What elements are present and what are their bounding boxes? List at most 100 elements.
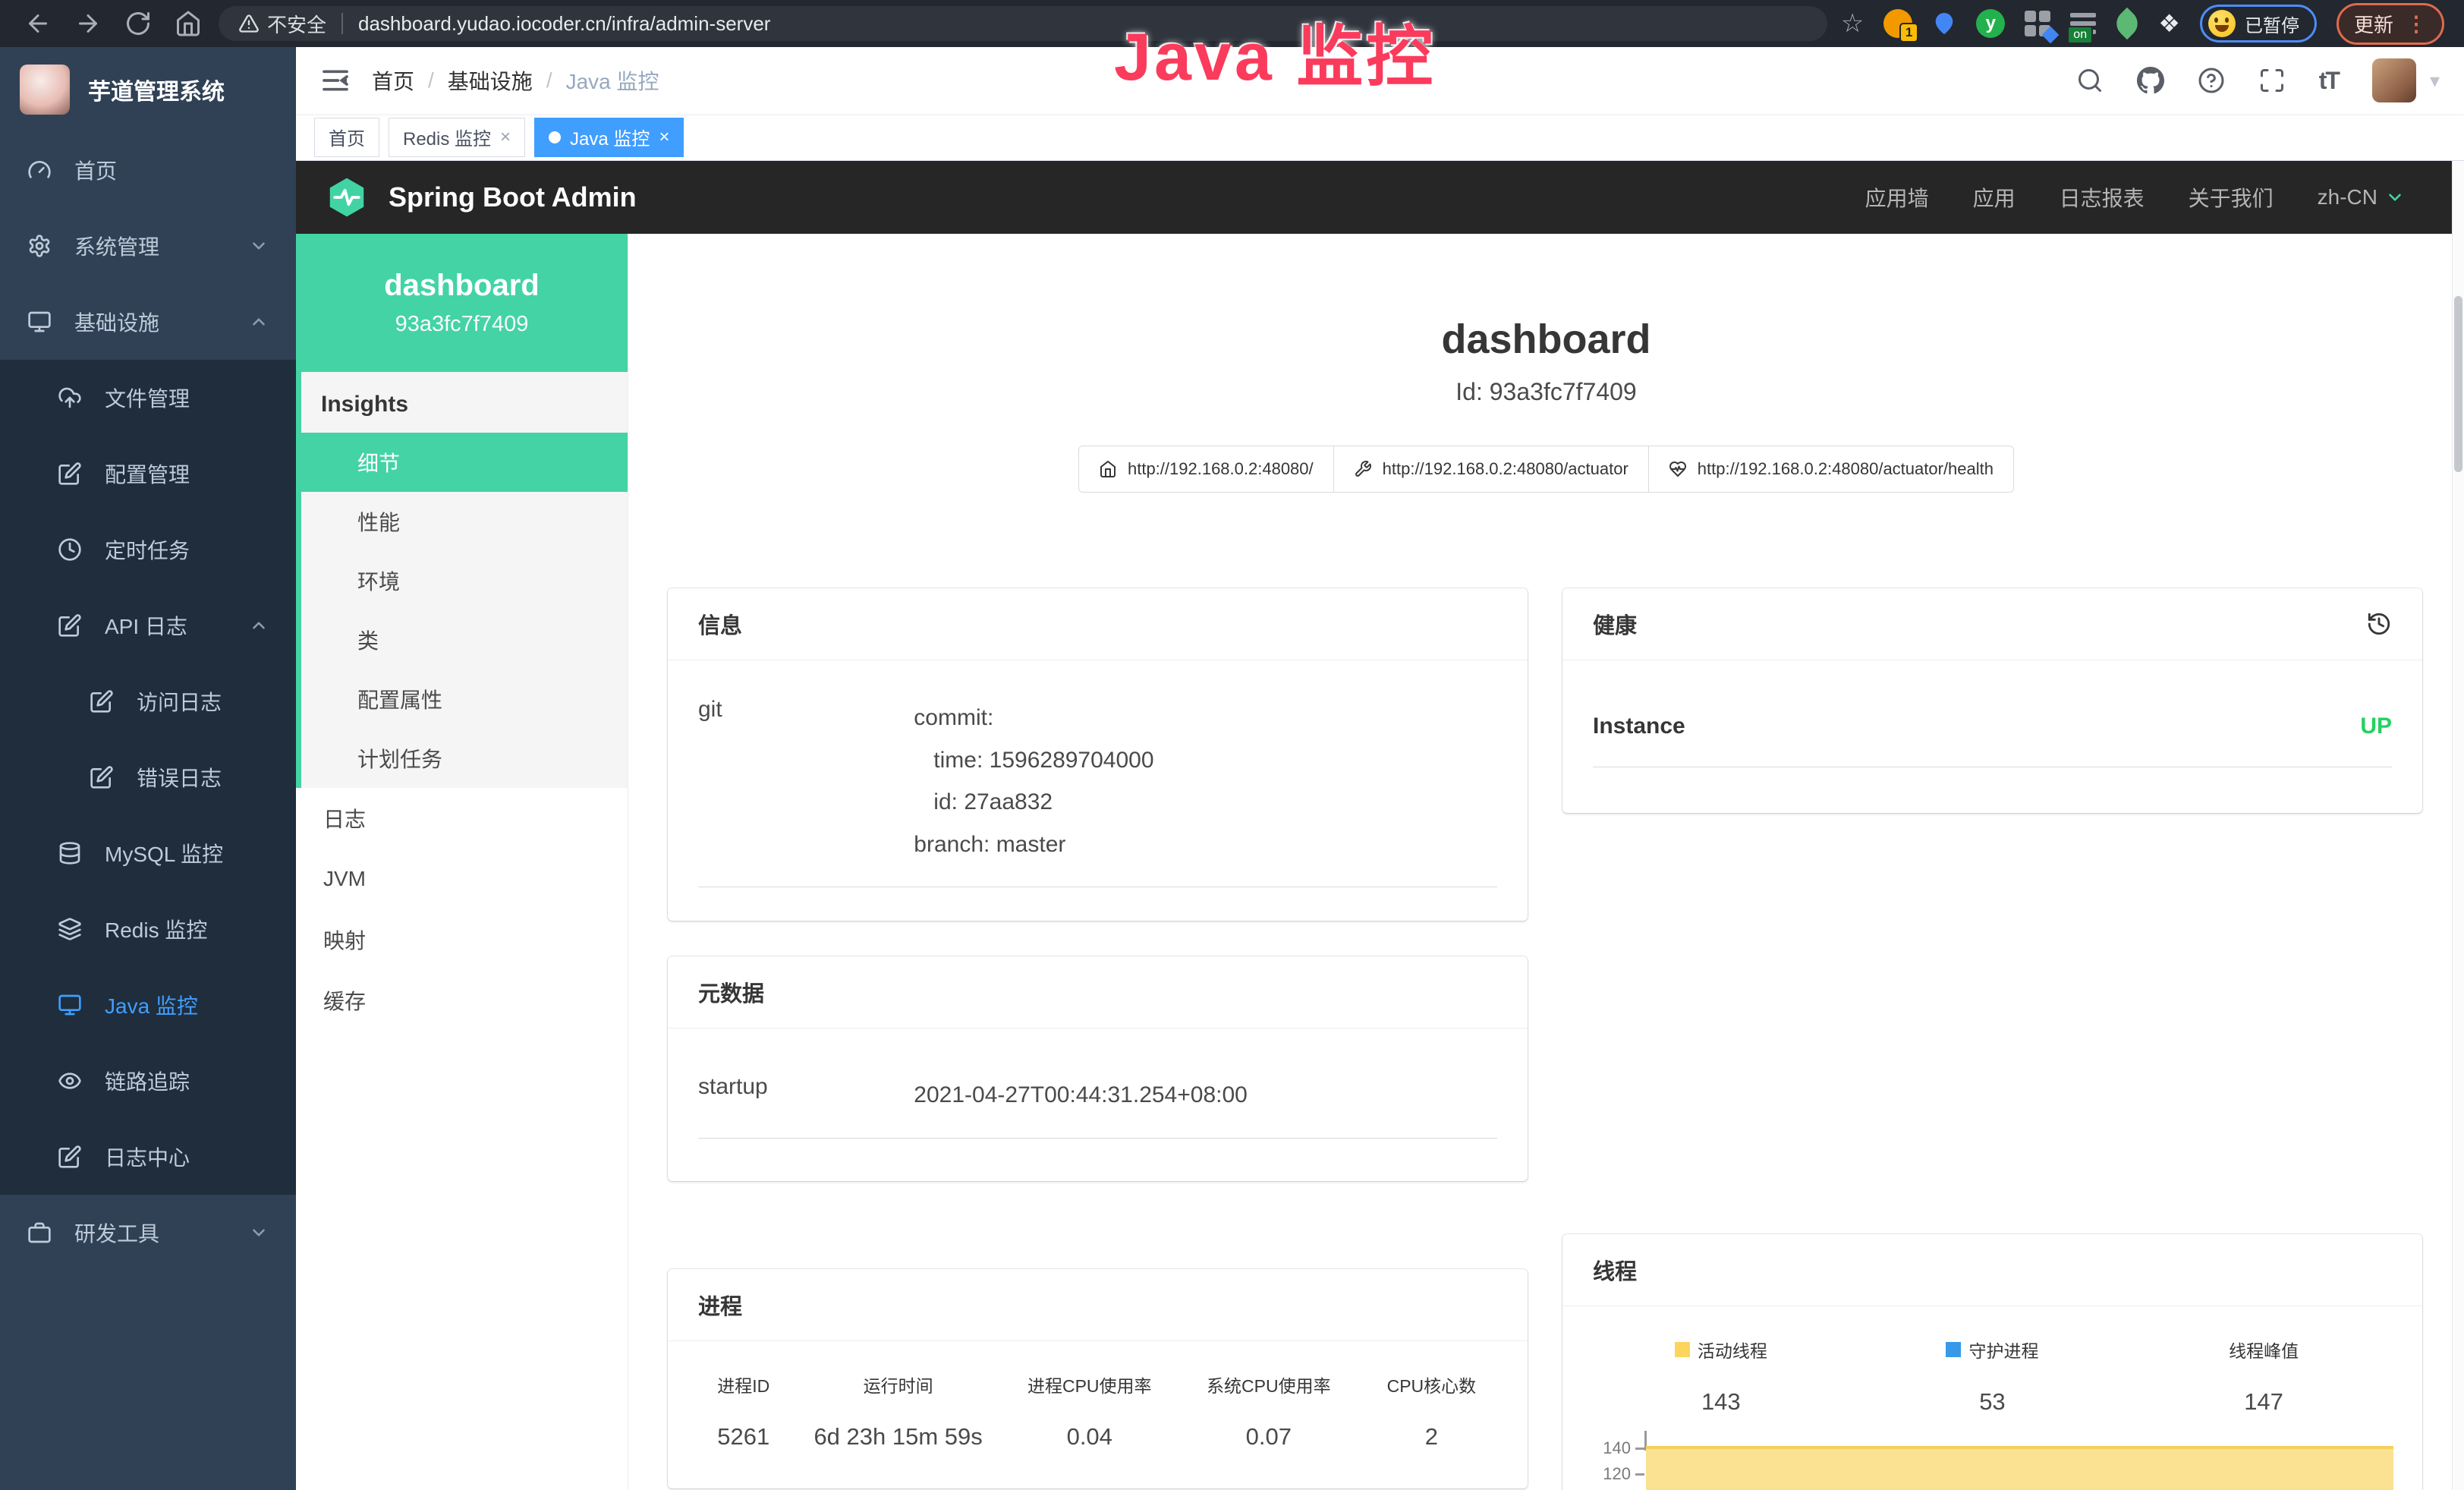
val-peak-threads: 147 xyxy=(2128,1388,2399,1416)
pinwheel-extension-icon[interactable]: ❖ xyxy=(2158,11,2180,36)
sidebar-item-dev-tools[interactable]: 研发工具 xyxy=(0,1195,296,1271)
sba-brand[interactable]: Spring Boot Admin xyxy=(325,175,637,219)
sba-nav-about[interactable]: 关于我们 xyxy=(2189,182,2274,213)
sba-item-metrics[interactable]: 性能 xyxy=(301,492,628,551)
sba-item-caches[interactable]: 缓存 xyxy=(296,970,628,1031)
heart-pulse-icon xyxy=(1669,460,1687,478)
user-avatar[interactable] xyxy=(2372,58,2416,102)
sidebar-item-config[interactable]: 配置管理 xyxy=(0,436,296,512)
sba-navbar: Spring Boot Admin 应用墙 应用 日志报表 关于我们 zh-CN xyxy=(296,161,2464,234)
hamburger-icon[interactable] xyxy=(320,65,351,96)
instance-actuator-link[interactable]: http://192.168.0.2:48080/actuator xyxy=(1333,446,1649,493)
extension-icon-grid[interactable] xyxy=(2025,11,2050,36)
back-icon[interactable] xyxy=(24,10,52,37)
sidebar-item-java[interactable]: Java 监控 xyxy=(0,967,296,1043)
sidebar-item-label: 文件管理 xyxy=(105,383,190,413)
sba-language-label: zh-CN xyxy=(2318,185,2377,209)
text-size-icon[interactable]: tT xyxy=(2319,67,2339,95)
github-icon[interactable] xyxy=(2137,67,2164,94)
process-card: 进程 进程ID 运行时间 进程CPU使用率 系统CPU使用率 CPU核心数 xyxy=(668,1269,1528,1488)
sidebar-item-mysql[interactable]: MySQL 监控 xyxy=(0,815,296,891)
scrollbar-thumb[interactable] xyxy=(2454,296,2462,472)
close-icon[interactable]: × xyxy=(500,127,511,148)
sidebar-item-label: 基础设施 xyxy=(74,307,159,337)
sidebar-item-trace[interactable]: 链路追踪 xyxy=(0,1043,296,1119)
breadcrumb: 首页 / 基础设施 / Java 监控 xyxy=(372,65,659,96)
breadcrumb-home[interactable]: 首页 xyxy=(372,65,414,96)
tab-java-active[interactable]: Java 监控 × xyxy=(534,118,684,157)
address-bar[interactable]: 不安全 dashboard.yudao.iocoder.cn/infra/adm… xyxy=(219,6,1827,41)
cards-left-column: 信息 git commit: time: 1596289704000 id: 2… xyxy=(668,588,1528,1488)
monitor-icon xyxy=(27,310,52,334)
browser-nav xyxy=(14,10,212,37)
sba-item-scheduled-tasks[interactable]: 计划任务 xyxy=(301,729,628,788)
close-icon[interactable]: × xyxy=(659,127,669,148)
sba-item-environment[interactable]: 环境 xyxy=(301,551,628,610)
sidebar-item-redis[interactable]: Redis 监控 xyxy=(0,891,296,967)
tab-redis[interactable]: Redis 监控 × xyxy=(389,118,525,157)
breadcrumb-infra[interactable]: 基础设施 xyxy=(448,65,533,96)
pin-extension-icon[interactable] xyxy=(1932,11,1956,36)
sidebar-item-label: 系统管理 xyxy=(74,231,159,261)
instance-home-link[interactable]: http://192.168.0.2:48080/ xyxy=(1078,446,1334,493)
sidebar-item-infra[interactable]: 基础设施 xyxy=(0,284,296,360)
sidebar-item-job[interactable]: 定时任务 xyxy=(0,512,296,587)
sidebar-item-api-log[interactable]: API 日志 xyxy=(0,587,296,663)
sba-nav-wallboard[interactable]: 应用墙 xyxy=(1865,182,1929,213)
app-title: 芋道管理系统 xyxy=(88,73,225,106)
sba-sidebar: dashboard 93a3fc7f7409 Insights 细节 性能 环境… xyxy=(296,234,628,1490)
metadata-card: 元数据 startup 2021-04-27T00:44:31.254+08:0… xyxy=(668,956,1528,1181)
tab-home[interactable]: 首页 xyxy=(314,118,379,157)
sidebar-item-label: 日志中心 xyxy=(105,1142,190,1172)
sidebar-item-error-log[interactable]: 错误日志 xyxy=(0,739,296,815)
sidebar-item-file[interactable]: 文件管理 xyxy=(0,360,296,436)
info-card: 信息 git commit: time: 1596289704000 id: 2… xyxy=(668,588,1528,921)
app-logo-row[interactable]: 芋道管理系统 xyxy=(0,47,296,132)
ytick: 120 xyxy=(1603,1464,1631,1484)
edit-icon xyxy=(58,461,82,486)
info-card-title: 信息 xyxy=(698,608,742,640)
help-icon[interactable] xyxy=(2198,67,2225,94)
extension-icon-rows[interactable]: on xyxy=(2070,11,2096,36)
sba-language-select[interactable]: zh-CN xyxy=(2318,185,2405,209)
fullscreen-icon[interactable] xyxy=(2258,67,2286,94)
sba-nav-journal[interactable]: 日志报表 xyxy=(2060,182,2145,213)
sba-item-config-props[interactable]: 配置属性 xyxy=(301,669,628,729)
url-text: dashboard.yudao.iocoder.cn/infra/admin-s… xyxy=(358,12,770,36)
forward-icon[interactable] xyxy=(74,10,102,37)
process-card-title: 进程 xyxy=(698,1289,742,1321)
leaf-extension-icon[interactable] xyxy=(2111,8,2143,39)
sidebar-item-home[interactable]: 首页 xyxy=(0,132,296,208)
paused-label: 已暂停 xyxy=(2245,11,2299,37)
sba-instance-header[interactable]: dashboard 93a3fc7f7409 xyxy=(296,234,628,372)
metadata-startup-row: startup 2021-04-27T00:44:31.254+08:00 xyxy=(698,1074,1497,1139)
paused-badge[interactable]: 已暂停 xyxy=(2200,5,2317,43)
sba-nav-applications[interactable]: 应用 xyxy=(1973,182,2016,213)
database-icon xyxy=(58,841,82,865)
sba-item-details[interactable]: 细节 xyxy=(301,433,628,492)
instance-health-link[interactable]: http://192.168.0.2:48080/actuator/health xyxy=(1648,446,2014,493)
sba-item-classes[interactable]: 类 xyxy=(301,610,628,669)
history-icon[interactable] xyxy=(2366,611,2392,637)
browser-menu-icon[interactable]: ⋮ xyxy=(2406,11,2427,36)
annotation-text: Java 监控 xyxy=(1114,3,1436,99)
sidebar-item-log-center[interactable]: 日志中心 xyxy=(0,1119,296,1195)
sidebar-item-access-log[interactable]: 访问日志 xyxy=(0,663,296,739)
health-instance-label: Instance xyxy=(1593,713,1685,739)
extension-icon-orange[interactable]: 1 xyxy=(1883,9,1912,38)
sba-item-jvm[interactable]: JVM xyxy=(296,849,628,909)
security-chip[interactable]: 不安全 xyxy=(238,10,326,38)
page-scrollbar[interactable] xyxy=(2452,161,2464,1490)
security-label: 不安全 xyxy=(267,10,326,38)
search-icon[interactable] xyxy=(2076,67,2104,94)
sba-section-insights: Insights xyxy=(301,372,628,433)
avatar-caret-icon[interactable]: ▾ xyxy=(2430,69,2440,93)
sba-item-logs[interactable]: 日志 xyxy=(296,788,628,849)
home-icon[interactable] xyxy=(175,10,202,37)
sidebar-item-system[interactable]: 系统管理 xyxy=(0,208,296,284)
update-button[interactable]: 更新 ⋮ xyxy=(2337,3,2444,45)
sba-item-mappings[interactable]: 映射 xyxy=(296,909,628,970)
bookmark-star-icon[interactable]: ☆ xyxy=(1841,11,1864,36)
extension-icon-y[interactable]: y xyxy=(1976,9,2005,38)
reload-icon[interactable] xyxy=(124,10,152,37)
